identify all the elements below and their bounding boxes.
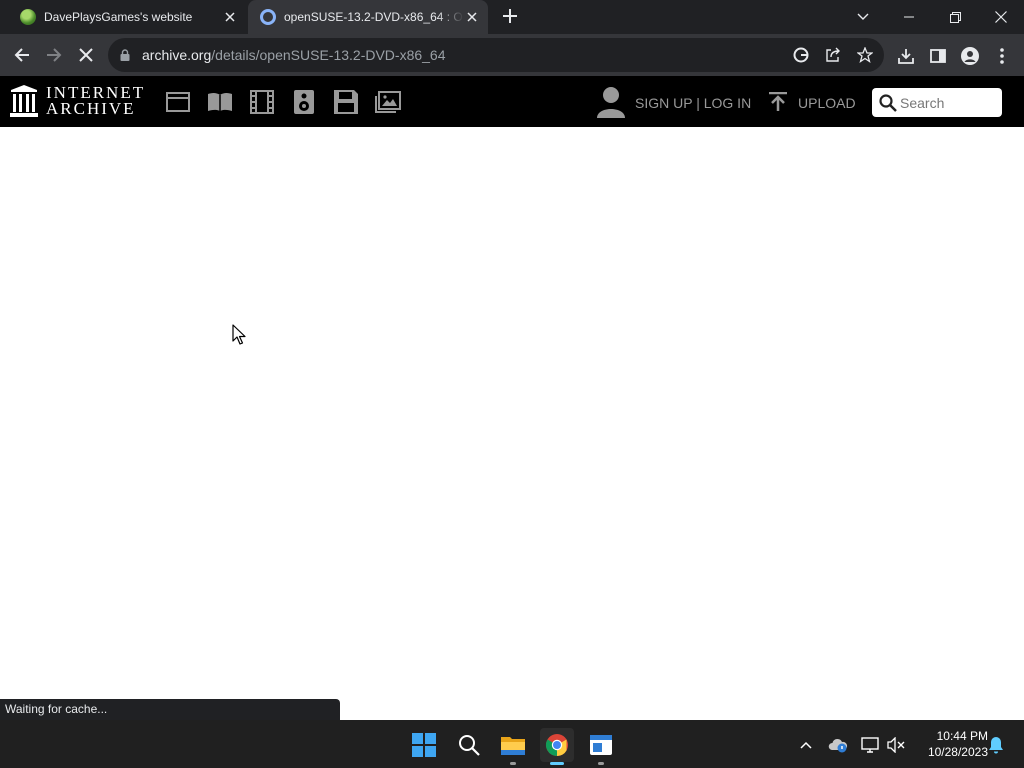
side-panel-icon[interactable]	[928, 46, 948, 66]
restore-icon	[949, 11, 961, 23]
browser-tab-strip: DavePlaysGames's website openSUSE-13.2-D…	[0, 0, 1024, 34]
lock-icon[interactable]	[120, 49, 130, 61]
audio-icon[interactable]	[291, 90, 317, 114]
file-explorer-button[interactable]	[496, 728, 530, 765]
tab-search-button[interactable]	[840, 0, 886, 34]
url-path: /details/openSUSE-13.2-DVD-x86_64	[211, 47, 446, 63]
texts-icon[interactable]	[207, 90, 233, 114]
browser-toolbar: archive.org/details/openSUSE-13.2-DVD-x8…	[0, 34, 1024, 76]
archive-building-icon	[10, 85, 38, 117]
tab-daveplaysgames[interactable]: DavePlaysGames's website	[0, 0, 246, 34]
archive-wordmark: INTERNET ARCHIVE	[46, 84, 145, 118]
close-icon	[995, 11, 1007, 23]
start-icon	[412, 733, 436, 757]
start-button[interactable]	[407, 728, 441, 762]
minimize-icon	[904, 16, 914, 18]
page-content-area	[0, 127, 1024, 720]
clock-time: 10:44 PM	[936, 729, 988, 743]
web-icon[interactable]	[165, 90, 191, 114]
upload-icon[interactable]	[767, 92, 789, 112]
new-tab-button[interactable]	[498, 5, 522, 29]
internet-archive-logo[interactable]: INTERNET ARCHIVE	[10, 84, 145, 118]
profile-avatar-icon[interactable]	[960, 46, 980, 66]
search-input[interactable]	[900, 93, 996, 112]
video-icon[interactable]	[249, 90, 275, 114]
back-button[interactable]	[10, 43, 34, 67]
search-icon[interactable]	[879, 94, 897, 112]
stop-loading-button[interactable]	[74, 43, 98, 67]
close-tab-icon[interactable]	[464, 9, 480, 25]
loading-favicon-icon	[260, 9, 276, 25]
google-lens-icon[interactable]	[792, 46, 810, 64]
chevron-up-icon	[800, 741, 812, 749]
bookmark-star-icon[interactable]	[856, 46, 874, 64]
tab-title: openSUSE-13.2-DVD-x86_64 : O	[284, 10, 463, 24]
restore-button[interactable]	[932, 0, 978, 34]
status-bubble: Waiting for cache...	[0, 699, 340, 720]
volume-muted-icon[interactable]	[886, 735, 906, 755]
arrow-left-icon	[14, 48, 29, 62]
chrome-taskbar-button[interactable]	[540, 728, 574, 765]
downloads-icon[interactable]	[896, 46, 916, 66]
upload-link[interactable]: UPLOAD	[798, 95, 856, 111]
running-indicator	[550, 762, 564, 765]
url-text[interactable]: archive.org/details/openSUSE-13.2-DVD-x8…	[142, 47, 446, 63]
notepad-taskbar-button[interactable]	[584, 728, 618, 765]
minimize-button[interactable]	[886, 0, 932, 34]
taskbar-search-button[interactable]	[452, 728, 486, 762]
archive-search-box[interactable]	[872, 88, 1002, 117]
globe-favicon-icon	[20, 9, 36, 25]
close-icon	[79, 48, 93, 62]
chevron-down-icon	[857, 13, 869, 20]
search-icon	[459, 735, 480, 756]
tab-title: DavePlaysGames's website	[44, 10, 193, 24]
url-domain: archive.org	[142, 47, 212, 63]
mouse-cursor-icon	[232, 324, 246, 345]
running-indicator	[598, 762, 604, 765]
address-bar[interactable]: archive.org/details/openSUSE-13.2-DVD-x8…	[108, 38, 884, 72]
onedrive-icon[interactable]	[828, 735, 848, 755]
share-icon[interactable]	[824, 46, 842, 64]
file-explorer-icon	[501, 737, 525, 755]
windows-taskbar: 10:44 PM 10/28/2023	[0, 720, 1024, 768]
chrome-menu-icon[interactable]	[992, 46, 1012, 66]
chrome-icon	[546, 734, 568, 756]
close-window-button[interactable]	[978, 0, 1024, 34]
sign-up-log-in-link[interactable]: SIGN UP | LOG IN	[635, 95, 751, 111]
running-indicator	[510, 762, 516, 765]
network-icon[interactable]	[860, 735, 880, 755]
plus-icon	[503, 9, 517, 23]
notifications-bell-icon[interactable]	[986, 735, 1006, 755]
software-icon[interactable]	[333, 90, 359, 114]
show-hidden-icons-button[interactable]	[796, 735, 816, 755]
user-icon[interactable]	[596, 86, 626, 118]
forward-button[interactable]	[42, 43, 66, 67]
arrow-right-icon	[47, 48, 62, 62]
wordmark-line2: ARCHIVE	[46, 99, 136, 118]
images-icon[interactable]	[375, 90, 401, 114]
notepad-icon	[590, 735, 612, 755]
taskbar-clock[interactable]: 10:44 PM 10/28/2023	[912, 728, 988, 760]
internet-archive-nav: INTERNET ARCHIVE SIGN UP | LOG IN UPLOAD	[0, 76, 1024, 127]
clock-date: 10/28/2023	[927, 745, 988, 759]
close-tab-icon[interactable]	[222, 9, 238, 25]
tab-opensuse[interactable]: openSUSE-13.2-DVD-x86_64 : O	[248, 0, 488, 34]
